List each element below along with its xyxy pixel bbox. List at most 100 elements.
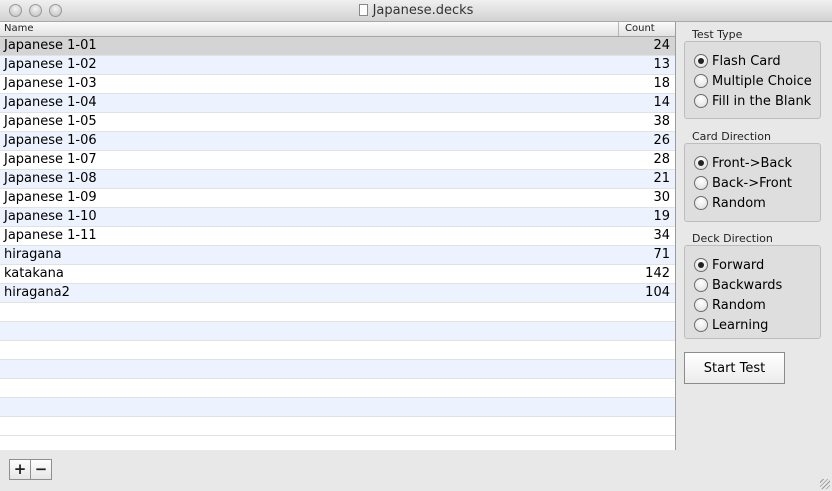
deck-name-cell: Japanese 1-03 <box>4 76 97 91</box>
deck-count-cell <box>623 322 675 340</box>
test-type-option-0[interactable]: Flash Card <box>694 51 781 71</box>
empty-table-row <box>0 303 675 322</box>
deck-count-cell: 13 <box>653 57 670 72</box>
deck-count-cell: 34 <box>653 228 670 243</box>
deck-count-cell <box>623 303 675 321</box>
deck-name-cell: Japanese 1-05 <box>4 114 97 129</box>
deck-name-cell: Japanese 1-06 <box>4 133 97 148</box>
start-test-button[interactable]: Start Test <box>684 352 785 384</box>
table-row[interactable]: Japanese 1-02 13 <box>0 56 675 75</box>
deck-name-cell: katakana <box>4 266 64 281</box>
deck-name-cell: Japanese 1-02 <box>4 57 97 72</box>
radio-button-icon[interactable] <box>694 298 708 312</box>
table-rows: Japanese 1-01 24 Japanese 1-02 13 Japanese 1… <box>0 37 675 436</box>
deck-name-cell: hiragana2 <box>4 285 70 300</box>
deck-name-cell: hiragana <box>4 247 62 262</box>
table-row[interactable]: Japanese 1-04 14 <box>0 94 675 113</box>
radio-label: Random <box>712 195 766 211</box>
deck-count-cell: 104 <box>645 285 670 300</box>
test-type-option-2[interactable]: Fill in the Blank <box>694 91 811 111</box>
table-row[interactable]: Japanese 1-09 30 <box>0 189 675 208</box>
radio-button-icon[interactable] <box>694 258 708 272</box>
decks-table[interactable]: Name Count Japanese 1-01 24 Japanese 1-02 1… <box>0 22 676 450</box>
deck-name-cell <box>0 303 623 321</box>
empty-table-row <box>0 417 675 436</box>
table-row[interactable]: hiragana 71 <box>0 246 675 265</box>
radio-label: Backwards <box>712 277 783 293</box>
empty-table-row <box>0 398 675 417</box>
deck-name-cell: Japanese 1-10 <box>4 209 97 224</box>
window-title-text: Japanese.decks <box>372 3 474 18</box>
add-deck-button[interactable]: + <box>9 459 31 480</box>
radio-button-icon[interactable] <box>694 156 708 170</box>
deck-count-cell: 18 <box>653 76 670 91</box>
radio-label: Forward <box>712 257 765 273</box>
deck-count-cell: 19 <box>653 209 670 224</box>
deck-name-cell: Japanese 1-11 <box>4 228 97 243</box>
radio-button-icon[interactable] <box>694 196 708 210</box>
deck-count-cell <box>623 341 675 359</box>
deck-count-cell: 38 <box>653 114 670 129</box>
empty-table-row <box>0 322 675 341</box>
table-row[interactable]: Japanese 1-01 24 <box>0 37 675 56</box>
table-row[interactable]: hiragana2 104 <box>0 284 675 303</box>
remove-deck-button[interactable]: − <box>30 459 52 480</box>
deck-name-cell <box>0 417 623 435</box>
deck-direction-option-2[interactable]: Random <box>694 295 766 315</box>
table-row[interactable]: katakana 142 <box>0 265 675 284</box>
card-direction-option-1[interactable]: Back->Front <box>694 173 792 193</box>
card-direction-label: Card Direction <box>692 130 771 143</box>
empty-table-row <box>0 379 675 398</box>
deck-count-cell: 142 <box>645 266 670 281</box>
table-row[interactable]: Japanese 1-11 34 <box>0 227 675 246</box>
radio-button-icon[interactable] <box>694 54 708 68</box>
radio-label: Learning <box>712 317 769 333</box>
deck-direction-option-0[interactable]: Forward <box>694 255 764 275</box>
empty-table-row <box>0 360 675 379</box>
radio-label: Fill in the Blank <box>712 93 812 109</box>
deck-count-cell: 24 <box>653 38 670 53</box>
card-direction-option-2[interactable]: Random <box>694 193 766 213</box>
table-row[interactable]: Japanese 1-07 28 <box>0 151 675 170</box>
deck-count-cell <box>623 398 675 416</box>
radio-label: Flash Card <box>712 53 781 69</box>
deck-count-cell: 14 <box>653 95 670 110</box>
deck-direction-option-3[interactable]: Learning <box>694 315 768 335</box>
deck-count-cell: 26 <box>653 133 670 148</box>
deck-name-cell: Japanese 1-04 <box>4 95 97 110</box>
deck-count-cell <box>623 379 675 397</box>
test-type-option-1[interactable]: Multiple Choice <box>694 71 812 91</box>
card-direction-option-0[interactable]: Front->Back <box>694 153 792 173</box>
deck-count-cell <box>623 360 675 378</box>
radio-button-icon[interactable] <box>694 94 708 108</box>
column-header-count[interactable]: Count <box>619 22 675 36</box>
deck-name-cell <box>0 379 623 397</box>
radio-button-icon[interactable] <box>694 74 708 88</box>
table-row[interactable]: Japanese 1-05 38 <box>0 113 675 132</box>
radio-button-icon[interactable] <box>694 278 708 292</box>
deck-name-cell: Japanese 1-08 <box>4 171 97 186</box>
deck-name-cell: Japanese 1-09 <box>4 190 97 205</box>
test-type-label: Test Type <box>692 28 743 41</box>
table-row[interactable]: Japanese 1-10 19 <box>0 208 675 227</box>
table-row[interactable]: Japanese 1-08 21 <box>0 170 675 189</box>
deck-name-cell: Japanese 1-07 <box>4 152 97 167</box>
deck-direction-group: Forward Backwards Random Learning <box>684 245 821 339</box>
column-header-name[interactable]: Name <box>0 22 619 36</box>
radio-button-icon[interactable] <box>694 318 708 332</box>
deck-count-cell: 21 <box>653 171 670 186</box>
test-type-group: Flash Card Multiple Choice Fill in the Bla… <box>684 41 821 119</box>
deck-count-cell: 30 <box>653 190 670 205</box>
deck-name-cell <box>0 341 623 359</box>
deck-direction-option-1[interactable]: Backwards <box>694 275 782 295</box>
table-row[interactable]: Japanese 1-03 18 <box>0 75 675 94</box>
deck-count-cell: 28 <box>653 152 670 167</box>
empty-table-row <box>0 341 675 360</box>
resize-grip[interactable] <box>820 479 830 489</box>
window-title: Japanese.decks <box>0 3 832 18</box>
deck-name-cell: Japanese 1-01 <box>4 38 97 53</box>
card-direction-group: Front->Back Back->Front Random <box>684 143 821 222</box>
table-row[interactable]: Japanese 1-06 26 <box>0 132 675 151</box>
radio-button-icon[interactable] <box>694 176 708 190</box>
radio-label: Multiple Choice <box>712 73 812 89</box>
